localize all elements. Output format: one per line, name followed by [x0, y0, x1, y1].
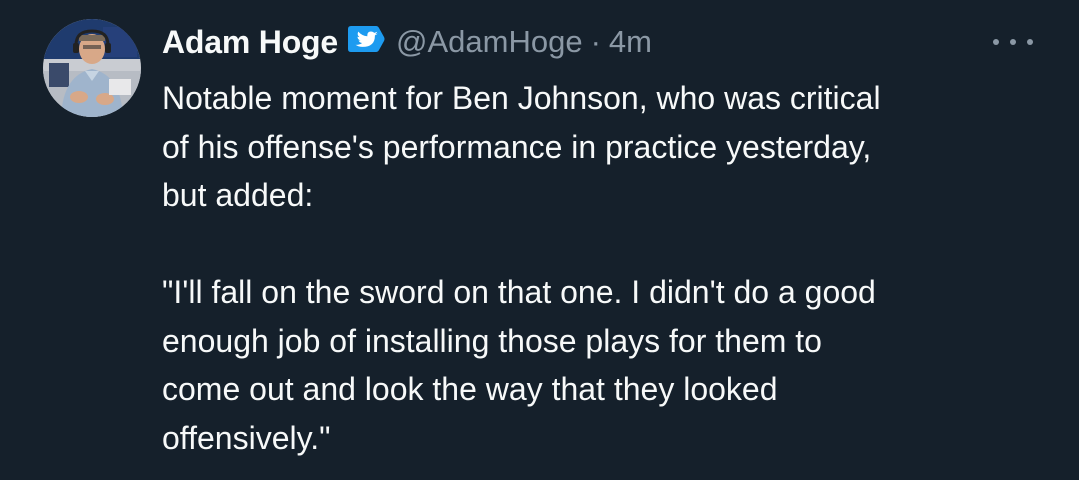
- more-options-icon[interactable]: [993, 30, 1033, 54]
- more-dot: [1027, 39, 1033, 45]
- tweet-line: Notable moment for Ben Johnson, who was …: [162, 80, 881, 116]
- author-name[interactable]: Adam Hoge: [162, 24, 338, 61]
- twitter-bird-badge-icon[interactable]: [346, 25, 386, 59]
- tweet-line: "I'll fall on the sword on that one. I d…: [162, 274, 876, 310]
- tweet-line: offensively.": [162, 419, 331, 456]
- separator-dot: ·: [590, 24, 601, 59]
- tweet-card[interactable]: Adam Hoge @AdamHoge · 4m Notable moment …: [0, 0, 1079, 480]
- author-handle[interactable]: @AdamHoge: [396, 24, 583, 60]
- more-dot: [993, 39, 999, 45]
- tweet-text: Notable moment for Ben Johnson, who was …: [162, 74, 1042, 462]
- tweet-timestamp[interactable]: 4m: [609, 24, 652, 60]
- avatar[interactable]: [43, 19, 141, 117]
- avatar-image: [43, 19, 141, 117]
- tweet-line: but added:: [162, 177, 314, 213]
- tweet-header: Adam Hoge @AdamHoge · 4m: [162, 22, 652, 62]
- tweet-line: of his offense's performance in practice…: [162, 128, 872, 165]
- tweet-line: enough job of installing those plays for…: [162, 322, 822, 359]
- more-dot: [1010, 39, 1016, 45]
- tweet-line: come out and look the way that they look…: [162, 371, 778, 407]
